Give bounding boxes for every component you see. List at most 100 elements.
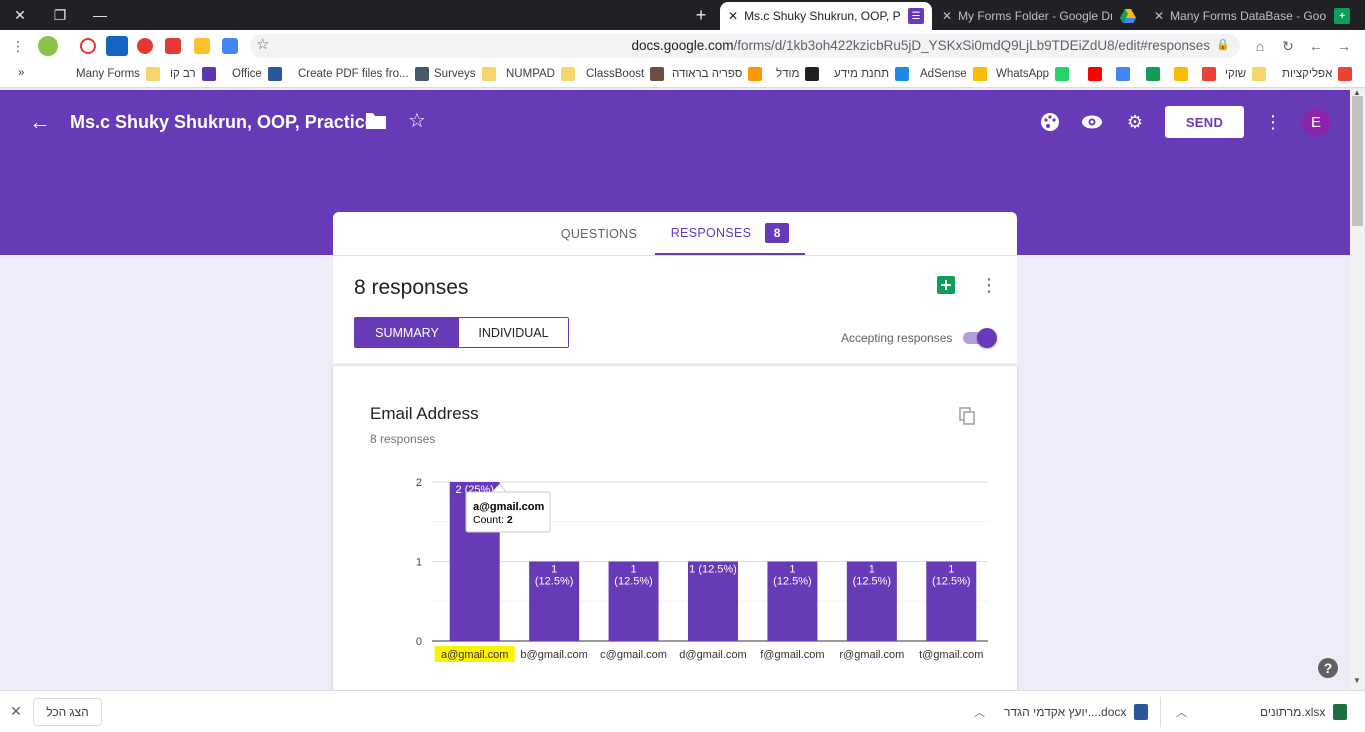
avatar[interactable]: E: [1302, 108, 1330, 136]
data-label: (12.5%): [535, 576, 574, 588]
bookmark-item[interactable]: תחנת מידע: [834, 67, 910, 81]
bookmark-label: תחנת מידע: [834, 68, 890, 80]
x-tick-label: d@gmail.com: [679, 649, 746, 661]
more-options-icon[interactable]: ⋮: [980, 274, 998, 296]
data-label: (12.5%): [853, 576, 892, 588]
photos-icon: [1174, 67, 1188, 81]
address-bar[interactable]: ☆ docs.google.com/forms/d/1kb3oh422kzicb…: [250, 34, 1240, 58]
data-label: (12.5%): [773, 576, 812, 588]
divider: [1160, 697, 1161, 727]
bookmark-item[interactable]: Surveys: [434, 67, 496, 81]
drive-icon: [1146, 67, 1160, 81]
tab-questions[interactable]: QUESTIONS: [553, 212, 645, 255]
bookmark-item[interactable]: ClassBoost: [586, 67, 665, 81]
url-host: docs.google.com: [631, 38, 734, 53]
accepting-responses-label: Accepting responses: [841, 331, 953, 345]
bookmark-item[interactable]: Create PDF files fro...: [298, 67, 429, 81]
bookmarks-bar: » אפליקציות שוקי WhatsApp AdSense תחנת מידע מ…: [0, 62, 1365, 88]
bookmark-item[interactable]: מודל: [776, 67, 820, 81]
tab-responses-label: RESPONSES: [670, 225, 752, 240]
scroll-down-icon[interactable]: ▼: [1353, 676, 1361, 685]
bookmark-item[interactable]: NUMPAD: [506, 67, 575, 81]
help-icon[interactable]: ?: [1318, 658, 1338, 678]
tab-forms-active[interactable]: ✕ Ms.c Shuky Shukrun, OOP, Practi ☰: [720, 2, 932, 30]
download-filename: יועץ אקדמי הגדר....docx: [1004, 705, 1127, 719]
page-scrollbar[interactable]: ▲ ▼: [1350, 88, 1365, 690]
moodle-icon: [805, 67, 820, 81]
forward-icon[interactable]: →: [1334, 36, 1354, 56]
tab-close-icon[interactable]: ✕: [728, 9, 738, 23]
tab-database[interactable]: ✕ Many Forms DataBase - Google S +: [1146, 2, 1358, 30]
individual-toggle-button[interactable]: INDIVIDUAL: [459, 318, 568, 347]
form-title[interactable]: Ms.c Shuky Shukrun, OOP, Practice: [70, 112, 375, 133]
bookmark-item[interactable]: [1140, 67, 1160, 81]
x-tick-label: r@gmail.com: [839, 649, 904, 661]
bookmarks-overflow-button[interactable]: »: [18, 67, 24, 79]
bookmark-item[interactable]: אפליקציות: [1282, 67, 1353, 81]
bookmark-item[interactable]: ספריה בראודה: [672, 67, 763, 81]
tab-close-icon[interactable]: ✕: [1154, 9, 1164, 23]
more-options-icon[interactable]: ⋮: [1261, 110, 1285, 134]
reload-icon[interactable]: ↻: [1278, 36, 1298, 56]
send-button[interactable]: SEND: [1165, 106, 1244, 138]
bookmark-item[interactable]: Many Forms: [76, 67, 160, 81]
extension-icon[interactable]: [194, 38, 210, 54]
video-extension-icon[interactable]: [165, 38, 181, 54]
download-item[interactable]: מרתונים.xlsx: [1260, 691, 1348, 732]
tooltip-count: Count: 2: [473, 514, 513, 526]
back-arrow-icon[interactable]: ←: [28, 109, 52, 134]
show-all-button[interactable]: הצג הכל: [33, 698, 102, 726]
tab-responses[interactable]: RESPONSES 8: [655, 212, 805, 255]
palette-icon[interactable]: [1038, 110, 1062, 134]
profile-extension-icon[interactable]: [38, 36, 58, 56]
library-icon: [748, 67, 763, 81]
new-extension-icon[interactable]: [106, 36, 128, 56]
extension-icon[interactable]: [80, 38, 96, 54]
browser-tab-strip: ✕ ❐ — + ✕ Ms.c Shuky Shukrun, OOP, Pract…: [0, 0, 1365, 30]
accepting-responses-toggle[interactable]: [963, 328, 997, 348]
window-restore-icon[interactable]: ❐: [40, 0, 80, 30]
menu-dots-icon[interactable]: ⋮: [8, 36, 28, 56]
chevron-up-icon[interactable]: ︿: [974, 704, 985, 720]
x-tick-label: t@gmail.com: [919, 649, 983, 661]
window-minimize-icon[interactable]: —: [80, 0, 120, 30]
bookmark-item[interactable]: [1168, 67, 1188, 81]
folder-icon: [1252, 67, 1267, 81]
back-icon[interactable]: ←: [1306, 36, 1326, 56]
settings-gear-icon[interactable]: ⚙: [1123, 110, 1147, 134]
opera-extension-icon[interactable]: [137, 38, 153, 54]
responses-summary-card: 8 responses ⋮ SUMMARY INDIVIDUAL Accepti…: [333, 255, 1017, 363]
bookmark-item[interactable]: AdSense: [920, 67, 987, 81]
scroll-thumb[interactable]: [1352, 96, 1363, 226]
data-label: 1: [551, 564, 557, 576]
new-tab-button[interactable]: +: [690, 2, 712, 28]
home-icon[interactable]: ⌂: [1250, 36, 1270, 56]
bookmark-item[interactable]: שוקי: [1225, 67, 1267, 81]
bookmark-item[interactable]: Office: [232, 67, 282, 81]
bookmark-item[interactable]: רב קו: [170, 67, 216, 81]
close-shelf-icon[interactable]: ✕: [8, 703, 24, 720]
lock-icon[interactable]: 🔒: [1216, 38, 1230, 51]
data-label: 1: [869, 564, 875, 576]
bookmark-item[interactable]: [1196, 67, 1216, 81]
view-toggle: SUMMARY INDIVIDUAL: [354, 317, 569, 348]
forms-favicon-icon: ☰: [908, 8, 924, 24]
translate-extension-icon[interactable]: [222, 38, 238, 54]
url-text: docs.google.com/forms/d/1kb3oh422kzicbRu…: [631, 38, 1210, 53]
bookmark-item[interactable]: [1082, 67, 1102, 81]
window-close-icon[interactable]: ✕: [0, 0, 40, 30]
chevron-up-icon[interactable]: ︿: [1176, 704, 1187, 720]
data-label: (12.5%): [614, 576, 653, 588]
create-spreadsheet-icon[interactable]: [937, 276, 955, 294]
download-item[interactable]: יועץ אקדמי הגדר....docx: [1004, 691, 1149, 732]
tab-close-icon[interactable]: ✕: [942, 9, 952, 23]
move-to-folder-icon[interactable]: [366, 112, 386, 132]
preview-eye-icon[interactable]: [1080, 110, 1104, 134]
summary-toggle-button[interactable]: SUMMARY: [355, 318, 459, 347]
bookmark-item[interactable]: WhatsApp: [996, 67, 1070, 81]
star-icon[interactable]: ☆: [408, 108, 426, 133]
bookmark-item[interactable]: [1110, 67, 1130, 81]
bookmark-star-icon[interactable]: ☆: [256, 35, 269, 53]
tab-drive[interactable]: ✕ My Forms Folder - Google Drive: [934, 2, 1144, 30]
y-tick-label: 2: [416, 477, 422, 489]
